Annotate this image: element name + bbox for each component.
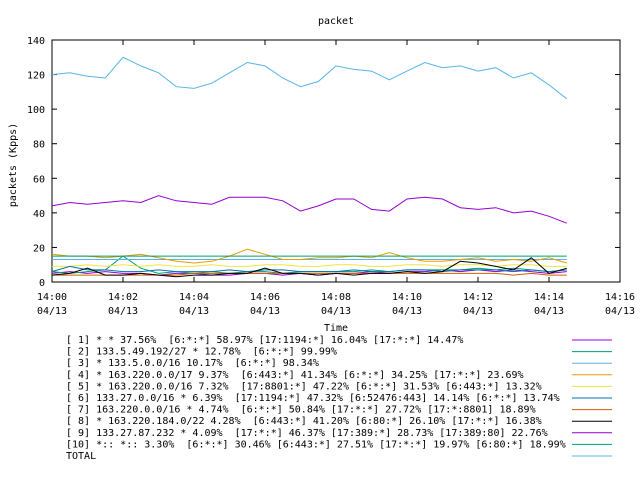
legend-label-11: TOTAL bbox=[66, 451, 96, 462]
legend: [ 1] * * 37.56% [6:*:*] 58.97% [17:1194:… bbox=[66, 335, 612, 462]
y-tick-label: 60 bbox=[33, 174, 45, 185]
legend-label-8: [ 8] * 163.220.184.0/22 4.28% [6:443:*] … bbox=[66, 416, 542, 427]
y-tick-label: 120 bbox=[27, 71, 45, 82]
x-tick-label-time: 14:08 bbox=[321, 292, 351, 303]
x-tick-label-time: 14:00 bbox=[37, 292, 67, 303]
legend-label-9: [ 9] 133.27.87.232 * 4.09% [17:*:*] 46.3… bbox=[66, 428, 548, 439]
series-line-11 bbox=[51, 56, 568, 100]
x-tick-label-date: 04/13 bbox=[179, 306, 209, 317]
x-tick-label-date: 04/13 bbox=[250, 306, 280, 317]
x-tick-label-time: 14:04 bbox=[179, 292, 209, 303]
legend-label-2: [ 2] 133.5.49.192/27 * 12.78% [6:*:*] 99… bbox=[66, 347, 337, 358]
legend-label-3: [ 3] * 133.5.0.0/16 10.17% [6:*:*] 98.34… bbox=[66, 358, 319, 369]
plot-area: 0 20 40 60 80 100 120 140 14:00 04/13 14:02 04/13 14… bbox=[27, 36, 635, 317]
y-axis-label: packets (Kpps) bbox=[8, 123, 19, 207]
y-tick-label: 80 bbox=[33, 140, 45, 151]
legend-label-4: [ 4] * 163.220.0.0/17 9.37% [6:443:*] 41… bbox=[66, 370, 524, 381]
packet-chart: packet packets (Kpps) Time 0 20 40 60 80 100 1… bbox=[8, 16, 635, 462]
legend-label-5: [ 5] * 163.220.0.0/16 7.32% [17:8801:*] … bbox=[66, 381, 542, 392]
legend-label-6: [ 6] 133.27.0.0/16 * 6.39% [17:1194:*] 4… bbox=[66, 393, 560, 404]
x-tick-label-time: 14:16 bbox=[605, 292, 635, 303]
x-tick-label-date: 04/13 bbox=[534, 306, 564, 317]
x-tick-label-date: 04/13 bbox=[108, 306, 138, 317]
series-line-9 bbox=[51, 195, 567, 224]
chart-title: packet bbox=[318, 16, 354, 27]
y-tick-label: 100 bbox=[27, 105, 45, 116]
x-tick-label-date: 04/13 bbox=[392, 306, 422, 317]
legend-label-7: [ 7] 163.220.0.0/16 * 4.74% [6:*:*] 50.8… bbox=[66, 405, 536, 416]
legend-label-1: [ 1] * * 37.56% [6:*:*] 58.97% [17:1194:… bbox=[66, 335, 463, 346]
x-tick-label-date: 04/13 bbox=[463, 306, 493, 317]
y-tick-label: 40 bbox=[33, 209, 45, 220]
x-tick-label-date: 04/13 bbox=[37, 306, 67, 317]
x-tick-label-date: 04/13 bbox=[321, 306, 351, 317]
x-tick-label-time: 14:06 bbox=[250, 292, 280, 303]
y-tick-label: 140 bbox=[27, 36, 45, 47]
x-tick-label-time: 14:10 bbox=[392, 292, 422, 303]
x-tick-label-time: 14:12 bbox=[463, 292, 493, 303]
legend-label-10: [10] *:: *:: 3.30% [6:*:*] 30.46% [6:443… bbox=[66, 439, 566, 450]
x-tick-label-time: 14:02 bbox=[108, 292, 138, 303]
x-axis-label: Time bbox=[324, 323, 348, 334]
x-tick-label-time: 14:14 bbox=[534, 292, 564, 303]
x-tick-label-date: 04/13 bbox=[605, 306, 635, 317]
y-tick-label: 0 bbox=[39, 278, 45, 289]
plot-frame bbox=[51, 39, 621, 283]
y-tick-label: 20 bbox=[33, 243, 45, 254]
